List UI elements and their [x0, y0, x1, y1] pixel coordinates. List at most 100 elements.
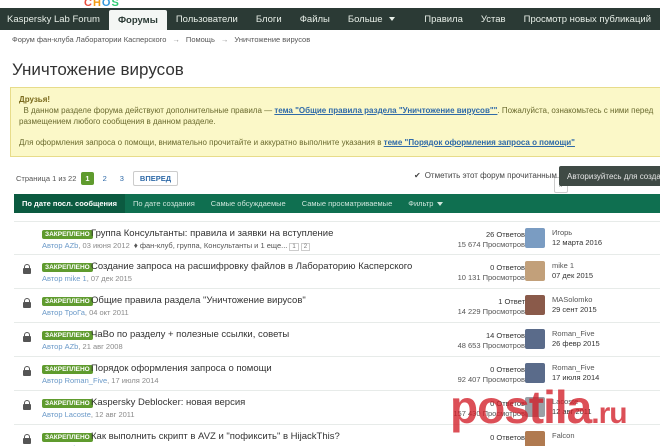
topic-date: , 04 окт 2011: [84, 308, 129, 317]
sort-tab-last-post[interactable]: По дате посл. сообщения: [14, 194, 126, 213]
last-post-user[interactable]: Roman_Five: [552, 329, 595, 338]
topic-meta: Автор mike 1, 07 дек 2015: [42, 274, 132, 283]
pinned-badge: ЗАКРЕПЛЕНО: [42, 297, 93, 306]
sort-tab-most-discussed[interactable]: Самые обсуждаемые: [203, 194, 294, 213]
nav-item-charter[interactable]: Устав: [472, 8, 515, 30]
topic-page-link[interactable]: 2: [300, 243, 311, 251]
breadcrumb-separator: →: [220, 35, 229, 44]
sort-tab-created[interactable]: По дате создания: [125, 194, 203, 213]
topic-date: , 03 июня 2012: [78, 241, 130, 250]
lock-icon: [23, 298, 31, 308]
last-post-user[interactable]: Игорь: [552, 228, 572, 237]
sort-tab-most-viewed[interactable]: Самые просматриваемые: [294, 194, 401, 213]
main-navbar: Kaspersky Lab Forum Форумы Пользователи …: [0, 8, 660, 30]
filter-dropdown[interactable]: Фильтр: [400, 194, 451, 213]
last-post-user[interactable]: mike 1: [552, 261, 574, 270]
last-post-date[interactable]: 12 марта 2016: [552, 238, 602, 247]
topic-title[interactable]: Общие правила раздела "Уничтожение вирус…: [91, 295, 306, 306]
breadcrumb-item-root[interactable]: Форум фан-клуба Лаборатории Касперского: [12, 35, 166, 44]
page-button-1[interactable]: 1: [81, 172, 94, 185]
topic-page-link[interactable]: 1: [289, 243, 299, 251]
notice-rules-link[interactable]: тема "Общие правила раздела "Уничтожение…: [274, 106, 497, 115]
check-icon: ✔: [414, 171, 421, 180]
pinned-badge: ЗАКРЕПЛЕНО: [42, 331, 93, 340]
topic-author[interactable]: Автор AZb: [42, 342, 78, 351]
nav-item-forums[interactable]: Форумы: [108, 10, 167, 30]
mark-read-button[interactable]: ✔ Отметить этот форум прочитанным: [414, 171, 557, 180]
pinned-badge: ЗАКРЕПЛЕНО: [42, 399, 93, 408]
signin-button[interactable]: Авторизуйтесь для созда: [559, 166, 660, 186]
notice-request-link[interactable]: теме "Порядок оформления запроса о помощ…: [384, 138, 575, 147]
topic-replies: 0 Ответов: [490, 263, 525, 272]
last-post-user[interactable]: MASolomko: [552, 295, 592, 304]
pagination: Страница 1 из 22 1 2 3 ВПЕРЕД »: [16, 171, 569, 193]
topic-stats: 14 Ответов 48 653 Просмотров: [458, 331, 525, 351]
topic-row[interactable]: ЗАКРЕПЛЕНО Общие правила раздела "Уничтож…: [14, 289, 660, 323]
topic-date: , 12 авг 2011: [90, 410, 135, 419]
topic-views: 48 653 Просмотров: [457, 341, 525, 350]
last-post-date[interactable]: 26 февр 2015: [552, 339, 600, 348]
topic-meta: Автор AZb, 21 авг 2008: [42, 342, 123, 351]
page-button-2[interactable]: 2: [99, 172, 111, 185]
nav-item-more[interactable]: Больше: [339, 8, 404, 30]
topic-date: , 17 июля 2014: [107, 376, 159, 385]
nav-item-new-posts[interactable]: Просмотр новых публикаций: [515, 8, 660, 30]
topic-stats: 0 Ответов 10 131 Просмотров: [458, 263, 525, 283]
nav-item-files[interactable]: Файлы: [291, 8, 339, 30]
breadcrumb: Форум фан-клуба Лаборатории Касперского …: [12, 35, 310, 44]
topic-date: , 07 дек 2015: [86, 274, 132, 283]
chevron-down-icon: [437, 201, 444, 206]
topic-tags[interactable]: фан-клуб, группа, Консультанты и 1 еще..…: [140, 241, 288, 250]
watermark-logo: postila.ru: [450, 381, 628, 433]
avatar[interactable]: [525, 329, 545, 349]
topic-author[interactable]: Автор Roman_Five: [42, 376, 107, 385]
next-page-button[interactable]: ВПЕРЕД: [132, 171, 179, 186]
nav-item-rules[interactable]: Правила: [415, 8, 472, 30]
last-post-date[interactable]: 07 дек 2015: [552, 271, 593, 280]
chevron-down-icon: [388, 17, 395, 21]
tag-icon: ♦: [133, 241, 138, 250]
last-post-info: Roman_Five 26 февр 2015: [552, 329, 600, 349]
avatar[interactable]: [525, 228, 545, 248]
last-post-user[interactable]: Roman_Five: [552, 363, 595, 372]
notice-line-2: Для оформления запроса о помощи, внимате…: [19, 137, 660, 148]
topic-title[interactable]: Как выполнить скрипт в AVZ и "пофиксить"…: [91, 431, 340, 442]
notice-text: В данном разделе форума действуют дополн…: [23, 106, 275, 115]
topic-views: 10 131 Просмотров: [457, 273, 525, 282]
top-strip: CHOS: [0, 0, 660, 9]
lock-icon: [23, 366, 31, 376]
nav-item-users[interactable]: Пользователи: [167, 8, 247, 30]
topic-title[interactable]: Группа Консультанты: правила и заявки на…: [91, 228, 333, 239]
nav-brand[interactable]: Kaspersky Lab Forum: [0, 8, 109, 30]
topic-views: 15 674 Просмотров: [457, 240, 525, 249]
last-post-info: Игорь 12 марта 2016: [552, 228, 602, 248]
topic-title[interactable]: Порядок оформления запроса о помощи: [91, 363, 272, 374]
breadcrumb-item-current[interactable]: Уничтожение вирусов: [234, 35, 310, 44]
avatar[interactable]: [525, 295, 545, 315]
topic-author[interactable]: Автор Lacoste: [42, 410, 91, 419]
topic-author[interactable]: Автор AZb: [42, 241, 78, 250]
topic-title[interactable]: ЧаВо по разделу + полезные ссылки, совет…: [91, 329, 289, 340]
topic-row[interactable]: ЗАКРЕПЛЕНО ЧаВо по разделу + полезные ссы…: [14, 323, 660, 357]
notice-line-1: В данном разделе форума действуют дополн…: [19, 105, 660, 127]
pinned-badge: ЗАКРЕПЛЕНО: [42, 263, 93, 272]
topic-title[interactable]: Создание запроса на расшифровку файлов в…: [91, 261, 412, 272]
topic-author[interactable]: Автор ТроГа: [42, 308, 85, 317]
nav-item-blogs[interactable]: Блоги: [247, 8, 291, 30]
lock-icon: [23, 434, 31, 444]
topic-title[interactable]: Kaspersky Deblocker: новая версия: [91, 397, 245, 408]
breadcrumb-item-help[interactable]: Помощь: [186, 35, 215, 44]
topic-replies: 0 Ответов: [490, 365, 525, 374]
last-post-date[interactable]: 29 сент 2015: [552, 305, 597, 314]
topic-author[interactable]: Автор mike 1: [42, 274, 87, 283]
avatar[interactable]: [525, 261, 545, 281]
topic-date: , 21 авг 2008: [78, 342, 123, 351]
topic-row[interactable]: ЗАКРЕПЛЕНО Создание запроса на расшифровк…: [14, 255, 660, 289]
topic-replies: 14 Ответов: [485, 331, 525, 340]
page-button-3[interactable]: 3: [116, 172, 128, 185]
topic-row[interactable]: ЗАКРЕПЛЕНО Группа Консультанты: правила и…: [14, 221, 660, 255]
breadcrumb-separator: →: [172, 35, 180, 44]
lock-icon: [23, 332, 31, 342]
last-post-info: MASolomko 29 сент 2015: [552, 295, 597, 315]
